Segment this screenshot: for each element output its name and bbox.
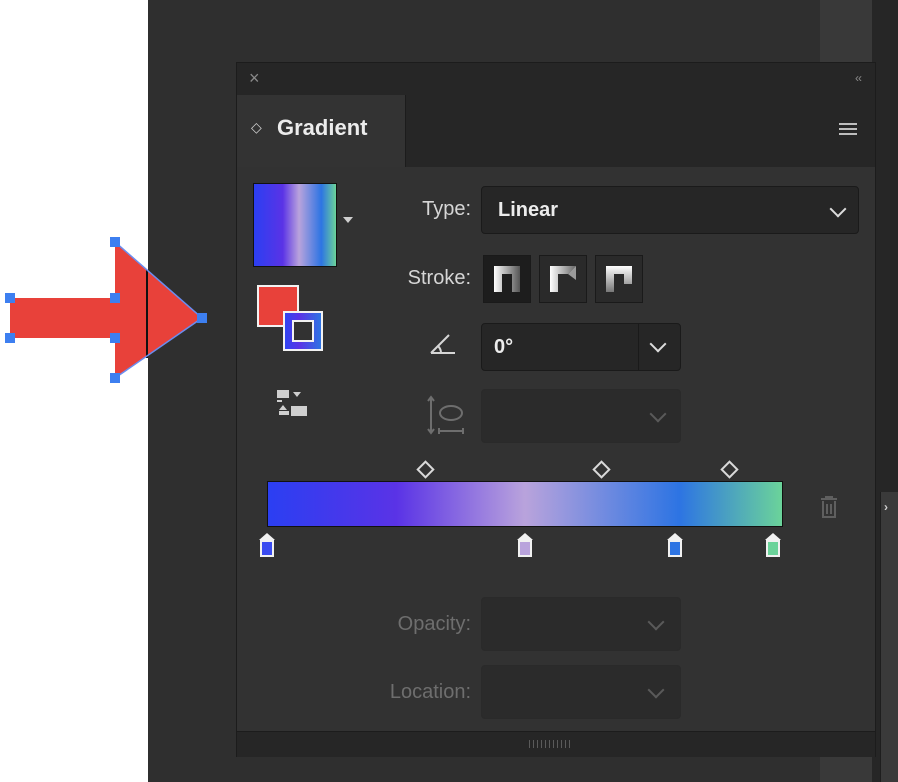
chevron-down-icon[interactable]	[647, 681, 665, 699]
stroke-along-button[interactable]	[539, 255, 587, 303]
close-icon[interactable]: ×	[249, 69, 260, 87]
gradient-stop[interactable]	[765, 533, 781, 557]
angle-icon	[430, 334, 455, 354]
gradient-stop[interactable]	[517, 533, 533, 557]
panel-title: Gradient	[277, 115, 368, 140]
stroke-across-icon	[606, 266, 632, 292]
chevron-down-icon	[829, 200, 847, 218]
panel-tab-strip: ◇ Gradient	[237, 95, 875, 167]
chevron-down-icon[interactable]	[649, 335, 667, 353]
type-value: Linear	[498, 199, 559, 221]
type-select[interactable]: Linear	[481, 186, 859, 234]
panel-title-bar[interactable]: × ‹‹	[237, 63, 875, 95]
resize-grip[interactable]	[529, 740, 573, 748]
stroke-across-button[interactable]	[595, 255, 643, 303]
type-label: Type:	[422, 198, 471, 220]
chevron-down-icon[interactable]	[343, 217, 353, 223]
midpoint-diamond[interactable]	[720, 460, 739, 479]
docked-panel-edge[interactable]: ›	[880, 492, 898, 782]
panel-expand-icon[interactable]: ›	[884, 500, 896, 516]
chevron-down-icon[interactable]	[649, 405, 667, 423]
aspect-ratio-input[interactable]	[481, 389, 681, 443]
updown-icon[interactable]: ◇	[251, 119, 262, 136]
tab-gradient[interactable]: ◇ Gradient	[237, 95, 406, 167]
angle-value: 0°	[494, 336, 514, 358]
artboard	[0, 0, 148, 782]
arrow-shape[interactable]	[0, 230, 215, 390]
panel-menu-icon[interactable]	[839, 123, 857, 137]
stroke-within-icon	[494, 266, 520, 292]
location-label: Location:	[389, 681, 471, 703]
angle-input[interactable]: 0°	[481, 323, 681, 371]
opacity-label: Opacity:	[397, 613, 471, 635]
reverse-gradient-icon[interactable]	[275, 388, 311, 418]
gradient-stop[interactable]	[259, 533, 275, 557]
gradient-slider[interactable]	[267, 481, 783, 527]
location-input[interactable]	[481, 665, 681, 719]
opacity-input[interactable]	[481, 597, 681, 651]
panel-footer	[237, 731, 875, 757]
stroke-within-button[interactable]	[483, 255, 531, 303]
trash-icon[interactable]	[819, 495, 839, 519]
midpoint-diamond[interactable]	[416, 460, 435, 479]
chevron-down-icon[interactable]	[647, 613, 665, 631]
aspect-ratio-icon	[427, 395, 464, 435]
gradient-swatch[interactable]	[253, 183, 337, 267]
stroke-swatch[interactable]	[283, 311, 323, 351]
collapse-panel-icon[interactable]: ‹‹	[855, 71, 862, 85]
midpoint-diamond[interactable]	[592, 460, 611, 479]
stroke-along-icon	[550, 266, 576, 292]
gradient-stop[interactable]	[667, 533, 683, 557]
gradient-panel: × ‹‹ ◇ Gradient Type: Linear Stroke: 0° …	[236, 62, 876, 757]
stroke-label: Stroke:	[407, 267, 471, 289]
